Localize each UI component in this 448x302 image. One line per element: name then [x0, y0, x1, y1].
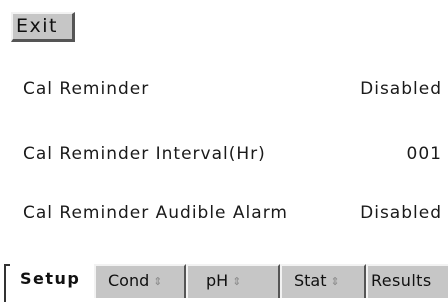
- tab-bar: Setup Cond ⇕ pH ⇕ Stat ⇕ Results: [0, 258, 448, 302]
- tab-label: pH: [206, 271, 229, 290]
- tab-cond[interactable]: Cond ⇕: [94, 264, 186, 298]
- setting-value[interactable]: Disabled: [360, 200, 442, 226]
- tab-label: Cond: [108, 271, 150, 290]
- tab-setup[interactable]: Setup: [10, 264, 94, 298]
- exit-button[interactable]: Exit: [11, 12, 75, 42]
- sort-icon: ⇕: [153, 275, 163, 288]
- setting-value[interactable]: Disabled: [360, 76, 442, 102]
- tab-stat[interactable]: Stat ⇕: [280, 264, 366, 298]
- setting-row-cal-reminder-interval: Cal Reminder Interval(Hr) 001: [23, 141, 442, 167]
- setting-label: Cal Reminder: [23, 79, 150, 99]
- setting-label: Cal Reminder Audible Alarm: [23, 203, 288, 223]
- tab-ph[interactable]: pH ⇕: [186, 264, 280, 298]
- setting-value[interactable]: 001: [407, 141, 442, 167]
- calibration-reminder-screen: Exit Cal Reminder Disabled Cal Reminder …: [0, 0, 448, 302]
- setting-row-cal-reminder: Cal Reminder Disabled: [23, 76, 442, 102]
- tab-label: Results: [371, 271, 432, 290]
- setting-label: Cal Reminder Interval(Hr): [23, 144, 266, 164]
- sort-icon: ⇕: [232, 275, 242, 288]
- tab-results[interactable]: Results: [366, 264, 448, 298]
- sort-icon: ⇕: [330, 275, 340, 288]
- tab-label: Stat: [294, 271, 327, 290]
- tab-label: Setup: [20, 269, 81, 288]
- setting-row-cal-reminder-audible-alarm: Cal Reminder Audible Alarm Disabled: [23, 200, 442, 226]
